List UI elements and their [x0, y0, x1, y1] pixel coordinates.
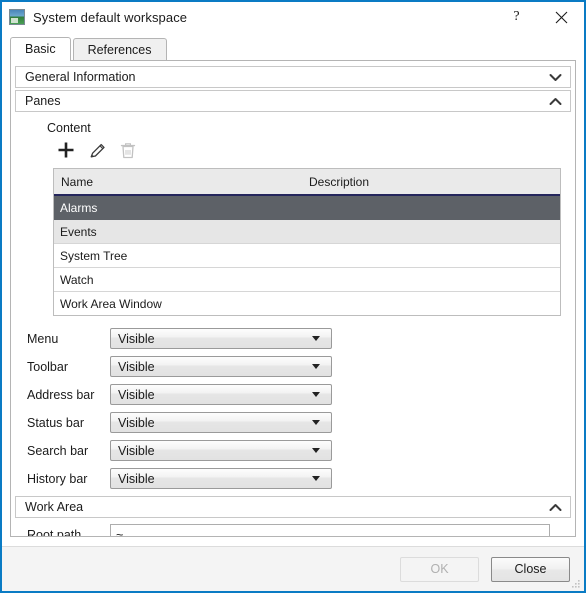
close-button[interactable]: [539, 2, 584, 32]
field-row-menu: Menu Visible: [15, 328, 571, 349]
table-row[interactable]: System Tree: [54, 244, 560, 268]
label-status-bar: Status bar: [27, 415, 84, 430]
window-controls: ?: [494, 2, 584, 32]
label-root-path: Root path: [27, 528, 82, 537]
label-menu: Menu: [27, 331, 59, 346]
section-label-panes: Panes: [25, 94, 61, 108]
section-header-panes[interactable]: Panes: [15, 90, 571, 112]
dialog-footer: OK Close: [2, 546, 584, 591]
dropdown-menu-value: Visible: [118, 331, 155, 346]
close-button-footer[interactable]: Close: [491, 556, 570, 582]
dropdown-toolbar[interactable]: Visible: [110, 356, 332, 377]
pane-visibility-fields: Menu Visible Toolbar Visible Address bar: [15, 328, 571, 489]
field-row-root-path: Root path ~: [15, 524, 571, 537]
help-button[interactable]: ?: [494, 2, 539, 32]
section-label-general-information: General Information: [25, 70, 136, 84]
chevron-down-icon: [312, 336, 320, 341]
dropdown-address-bar[interactable]: Visible: [110, 384, 332, 405]
field-row-address-bar: Address bar Visible: [15, 384, 571, 405]
table-row[interactable]: Alarms: [54, 196, 560, 220]
delete-button: [115, 137, 141, 163]
column-header-name[interactable]: Name: [54, 175, 309, 189]
tab-basic[interactable]: Basic: [10, 37, 71, 61]
table-row[interactable]: Work Area Window: [54, 292, 560, 315]
label-toolbar: Toolbar: [27, 359, 68, 374]
panes-section-body: Content Name Description Alarms Events S…: [15, 112, 571, 489]
chevron-down-icon: [549, 73, 562, 81]
root-path-input[interactable]: ~: [110, 524, 550, 536]
basic-tab-panel: General Information Panes Content Name D…: [10, 60, 576, 537]
dropdown-status-bar-value: Visible: [118, 415, 155, 430]
dialog-window: System default workspace ? Basic Referen…: [0, 0, 586, 593]
chevron-down-icon: [312, 392, 320, 397]
content-toolbar: [53, 137, 571, 163]
section-header-general-information[interactable]: General Information: [15, 66, 571, 88]
cell-name: Watch: [60, 272, 94, 287]
chevron-up-icon: [549, 97, 562, 105]
ok-button: OK: [400, 556, 479, 582]
chevron-down-icon: [312, 448, 320, 453]
dropdown-toolbar-value: Visible: [118, 359, 155, 374]
panes-content-table: Name Description Alarms Events System Tr…: [53, 168, 561, 316]
ok-button-label: OK: [430, 562, 449, 576]
dropdown-status-bar[interactable]: Visible: [110, 412, 332, 433]
tab-basic-label: Basic: [25, 42, 56, 56]
dropdown-history-bar-value: Visible: [118, 471, 155, 486]
delete-icon: [120, 142, 136, 158]
cell-name: Events: [60, 224, 97, 239]
field-row-search-bar: Search bar Visible: [15, 440, 571, 461]
close-button-label: Close: [514, 562, 547, 576]
edit-button[interactable]: [84, 137, 110, 163]
column-header-description[interactable]: Description: [309, 175, 369, 189]
title-bar: System default workspace ?: [2, 2, 584, 32]
chevron-down-icon: [312, 420, 320, 425]
field-row-history-bar: History bar Visible: [15, 468, 571, 489]
resize-grip[interactable]: [569, 577, 581, 589]
close-icon: [555, 11, 568, 23]
tab-references[interactable]: References: [72, 38, 167, 60]
table-row[interactable]: Events: [54, 220, 560, 244]
work-area-section-body: Root path ~: [15, 518, 571, 537]
chevron-down-icon: [312, 476, 320, 481]
chevron-down-icon: [312, 364, 320, 369]
tab-strip: Basic References: [10, 37, 584, 61]
dropdown-menu[interactable]: Visible: [110, 328, 332, 349]
tab-references-label: References: [87, 42, 152, 57]
section-label-work-area: Work Area: [25, 500, 84, 514]
dropdown-address-bar-value: Visible: [118, 387, 155, 402]
table-header-row: Name Description: [54, 169, 560, 196]
section-header-work-area[interactable]: Work Area: [15, 496, 571, 518]
field-row-status-bar: Status bar Visible: [15, 412, 571, 433]
field-row-toolbar: Toolbar Visible: [15, 356, 571, 377]
dropdown-search-bar-value: Visible: [118, 443, 155, 458]
label-address-bar: Address bar: [27, 387, 95, 402]
dropdown-history-bar[interactable]: Visible: [110, 468, 332, 489]
table-row[interactable]: Watch: [54, 268, 560, 292]
label-history-bar: History bar: [27, 471, 88, 486]
cell-name: Alarms: [60, 200, 98, 215]
chevron-up-icon: [549, 503, 562, 511]
add-icon: [58, 142, 74, 158]
dropdown-search-bar[interactable]: Visible: [110, 440, 332, 461]
edit-icon: [90, 143, 105, 157]
content-group-label: Content: [47, 121, 91, 135]
cell-name: System Tree: [60, 248, 128, 263]
help-icon: ?: [513, 9, 520, 24]
cell-name: Work Area Window: [60, 296, 162, 311]
window-title: System default workspace: [33, 9, 188, 25]
label-search-bar: Search bar: [27, 443, 89, 458]
add-button[interactable]: [53, 137, 79, 163]
workspace-image-icon: [9, 9, 25, 25]
